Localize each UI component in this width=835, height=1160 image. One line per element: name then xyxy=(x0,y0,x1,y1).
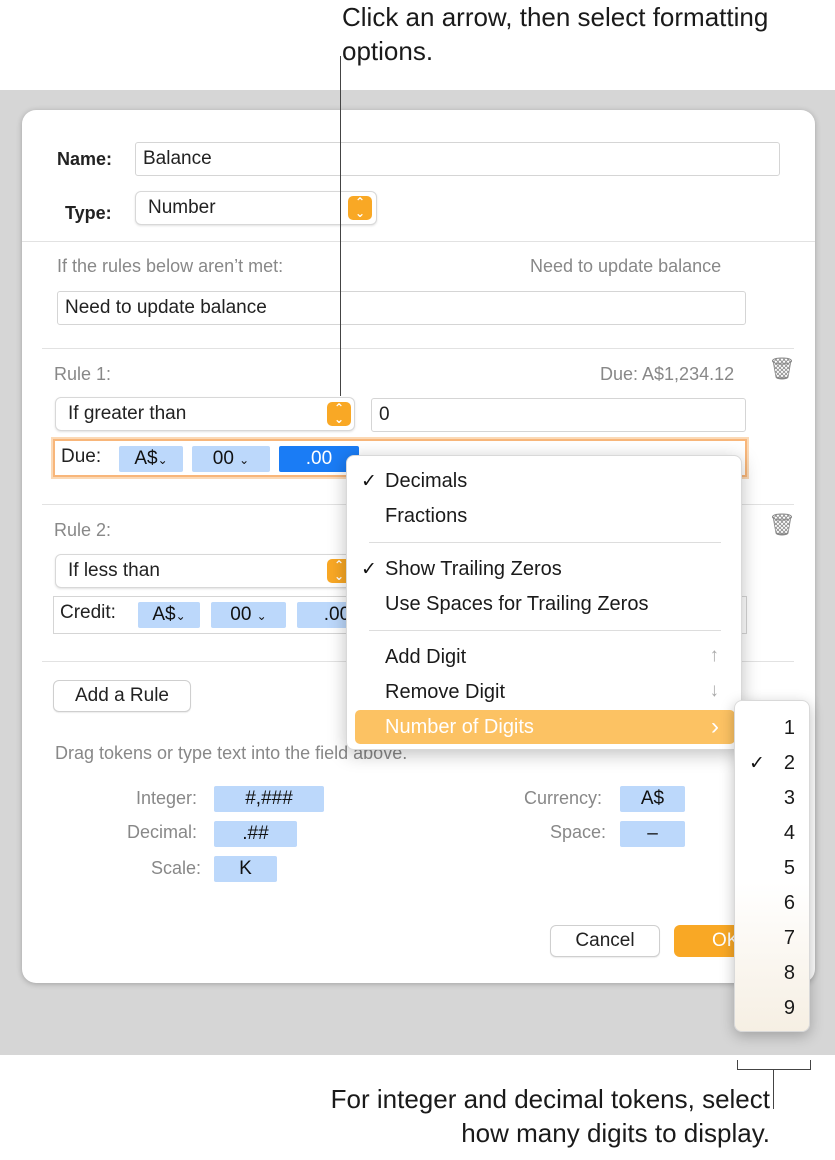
token-text: .00 xyxy=(305,448,333,469)
menu-separator xyxy=(369,542,721,543)
token-text: A$ xyxy=(134,448,158,469)
currency-label: Currency: xyxy=(524,788,603,808)
rules-not-met-label: If the rules below aren’t met: xyxy=(57,256,284,276)
menu-item-decimals[interactable]: Decimals xyxy=(385,470,467,493)
digit-option-7[interactable]: 7 xyxy=(735,927,795,950)
callout-leader-line xyxy=(773,1069,774,1109)
chevron-down-icon: ⌄ xyxy=(157,453,168,467)
menu-item-remove-digit[interactable]: Remove Digit xyxy=(385,681,505,704)
callout-leader-line xyxy=(340,56,341,396)
type-label: Type: xyxy=(65,203,112,223)
token-text: A$ xyxy=(152,604,176,625)
rule1-label: Rule 1: xyxy=(54,364,112,384)
decimal-label: Decimal: xyxy=(127,822,198,842)
arrow-up-icon: ↑ xyxy=(709,645,720,666)
scale-label: Scale: xyxy=(151,858,202,878)
rule1-value-field[interactable]: 0 xyxy=(371,398,746,432)
submenu-chevron-icon: › xyxy=(711,713,719,740)
name-label: Name: xyxy=(57,149,113,169)
menu-item-use-spaces[interactable]: Use Spaces for Trailing Zeros xyxy=(385,593,648,616)
scale-token[interactable]: K xyxy=(214,856,277,882)
rule1-integer-token[interactable]: 00 ⌄ xyxy=(192,446,270,472)
token-text: 00 xyxy=(230,604,252,625)
type-stepper-icon[interactable]: ⌃ ⌄ xyxy=(348,196,372,220)
decimal-format-menu: ✓ Decimals Fractions ✓ Show Trailing Zer… xyxy=(346,455,742,750)
space-label: Space: xyxy=(550,822,607,842)
arrow-down-icon: ↓ xyxy=(709,680,720,701)
menu-item-show-trailing-zeros[interactable]: Show Trailing Zeros xyxy=(385,558,562,581)
rule2-integer-token[interactable]: 00 ⌄ xyxy=(211,602,286,628)
digit-option-2[interactable]: 2 xyxy=(735,752,795,775)
divider xyxy=(42,348,794,349)
rule1-prefix-text: Due: xyxy=(61,446,102,467)
decimal-token[interactable]: .## xyxy=(214,821,297,847)
number-of-digits-submenu: 1 ✓ 2 3 4 5 6 7 8 9 xyxy=(734,700,810,1032)
rules-not-met-field[interactable]: Need to update balance xyxy=(57,291,746,325)
rule1-trash-icon[interactable]: 🗑 xyxy=(768,356,796,382)
digit-option-4[interactable]: 4 xyxy=(735,822,795,845)
token-text: 00 xyxy=(212,448,234,469)
rule1-currency-token[interactable]: A$⌄ xyxy=(119,446,183,472)
menu-item-number-of-digits[interactable]: Number of Digits xyxy=(385,716,534,739)
chevron-down-icon: ⌄ xyxy=(256,609,267,623)
rules-not-met-preview: Need to update balance xyxy=(530,256,722,276)
digit-option-5[interactable]: 5 xyxy=(735,857,795,880)
menu-separator xyxy=(369,630,721,631)
rule2-trash-icon[interactable]: 🗑 xyxy=(768,512,796,538)
checkmark-icon: ✓ xyxy=(361,559,377,580)
callout-bottom: For integer and decimal tokens, select h… xyxy=(330,1084,770,1148)
chevron-down-icon: ⌄ xyxy=(239,453,250,467)
space-token[interactable]: – xyxy=(620,821,685,847)
bracket-line xyxy=(737,1069,811,1070)
rule2-label: Rule 2: xyxy=(54,520,112,540)
integer-token[interactable]: #,### xyxy=(214,786,324,812)
rule2-condition-popup[interactable]: If less than xyxy=(55,554,355,588)
rule2-prefix-text: Credit: xyxy=(60,602,116,623)
digit-option-9[interactable]: 9 xyxy=(735,997,795,1020)
checkmark-icon: ✓ xyxy=(361,471,377,492)
digit-option-8[interactable]: 8 xyxy=(735,962,795,985)
rule1-preview: Due: A$1,234.12 xyxy=(600,364,735,384)
chevron-down-icon: ⌄ xyxy=(175,609,186,623)
integer-label: Integer: xyxy=(136,788,198,808)
cancel-button[interactable]: Cancel xyxy=(550,925,660,957)
currency-token[interactable]: A$ xyxy=(620,786,685,812)
menu-item-fractions[interactable]: Fractions xyxy=(385,505,467,528)
digit-option-1[interactable]: 1 xyxy=(735,717,795,740)
rule2-condition-value: If less than xyxy=(68,560,160,581)
digit-option-6[interactable]: 6 xyxy=(735,892,795,915)
type-popup-value: Number xyxy=(148,197,216,218)
rule1-condition-stepper-icon[interactable]: ⌃ ⌄ xyxy=(327,402,351,426)
menu-item-add-digit[interactable]: Add Digit xyxy=(385,646,466,669)
rule1-condition-value: If greater than xyxy=(68,403,187,424)
rule1-condition-popup[interactable]: If greater than xyxy=(55,397,355,431)
add-rule-button[interactable]: Add a Rule xyxy=(53,680,191,712)
digit-option-3[interactable]: 3 xyxy=(735,787,795,810)
name-field[interactable]: Balance xyxy=(135,142,780,176)
rule2-currency-token[interactable]: A$⌄ xyxy=(138,602,200,628)
divider xyxy=(22,241,815,242)
callout-top: Click an arrow, then select formatting o… xyxy=(342,2,769,66)
